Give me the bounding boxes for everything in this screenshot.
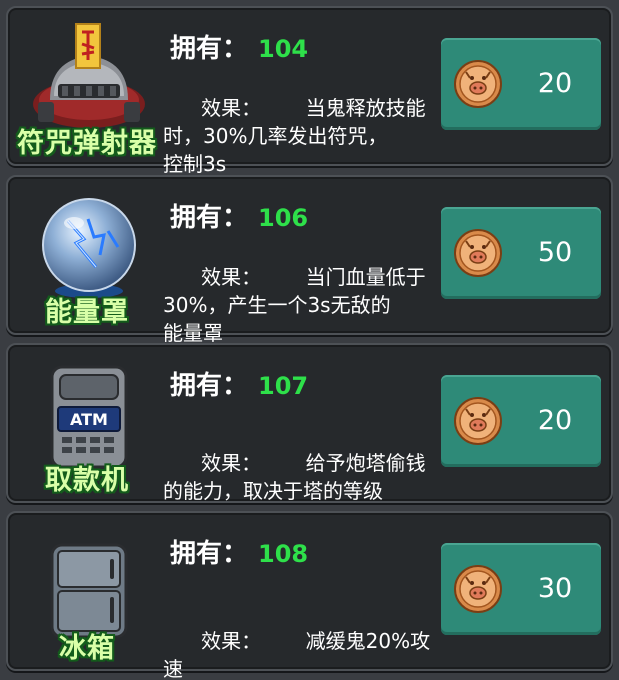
atm-screen-text: ATM [70,410,108,429]
owned-value: 104 [258,35,309,63]
pig-coin-icon [454,229,502,277]
owned-label: 拥有： [170,539,249,569]
price-label: 50 [537,237,573,268]
shop-item-card: ATM 取款机 拥有： 107 效果： 给予炮塔偷钱 的能力，取决于塔的等级 20 [6,343,613,503]
shop-item-card: 符咒弹射器 拥有： 104 效果： 当鬼释放技能 时，30%几率发出符咒， 控制3… [6,6,613,176]
effect-description: 效果： 减缓鬼20%攻速 [163,599,435,680]
owned-label: 拥有： [170,203,249,233]
owned-label: 拥有： [170,34,249,64]
owned-count: 拥有： 107 [170,365,308,402]
effect-label: 效果： [201,451,262,475]
talisman-launcher-icon [30,22,148,132]
item-name: 取款机 [45,465,129,496]
fridge-icon [30,527,148,639]
effect-label: 效果： [201,629,262,653]
effect-label: 效果： [201,265,262,289]
pig-coin-icon [454,397,502,445]
owned-count: 拥有： 106 [170,197,308,234]
buy-button[interactable]: 20 [441,375,601,467]
shop-item-card: 能量罩 拥有： 106 效果： 当门血量低于 30%，产生一个3s无敌的 能量罩 … [6,175,613,345]
price-label: 20 [537,68,573,99]
owned-count: 拥有： 104 [170,28,308,65]
pig-coin-icon [454,565,502,613]
owned-value: 107 [258,372,309,400]
atm-icon: ATM [30,359,148,469]
buy-button[interactable]: 50 [441,207,601,299]
item-name: 符咒弹射器 [17,128,157,159]
energy-shield-icon [30,191,148,301]
buy-button[interactable]: 30 [441,543,601,635]
pig-coin-icon [454,60,502,108]
buy-button[interactable]: 20 [441,38,601,130]
item-name: 冰箱 [59,633,115,664]
effect-label: 效果： [201,96,262,120]
price-label: 20 [537,405,573,436]
owned-label: 拥有： [170,371,249,401]
item-shop-list: 符咒弹射器 拥有： 104 效果： 当鬼释放技能 时，30%几率发出符咒， 控制3… [0,0,619,680]
owned-value: 108 [258,540,309,568]
owned-count: 拥有： 108 [170,533,308,570]
item-name: 能量罩 [45,297,129,328]
shop-item-card: 冰箱 拥有： 108 效果： 减缓鬼20%攻速 30 [6,511,613,680]
price-label: 30 [537,573,573,604]
owned-value: 106 [258,204,309,232]
